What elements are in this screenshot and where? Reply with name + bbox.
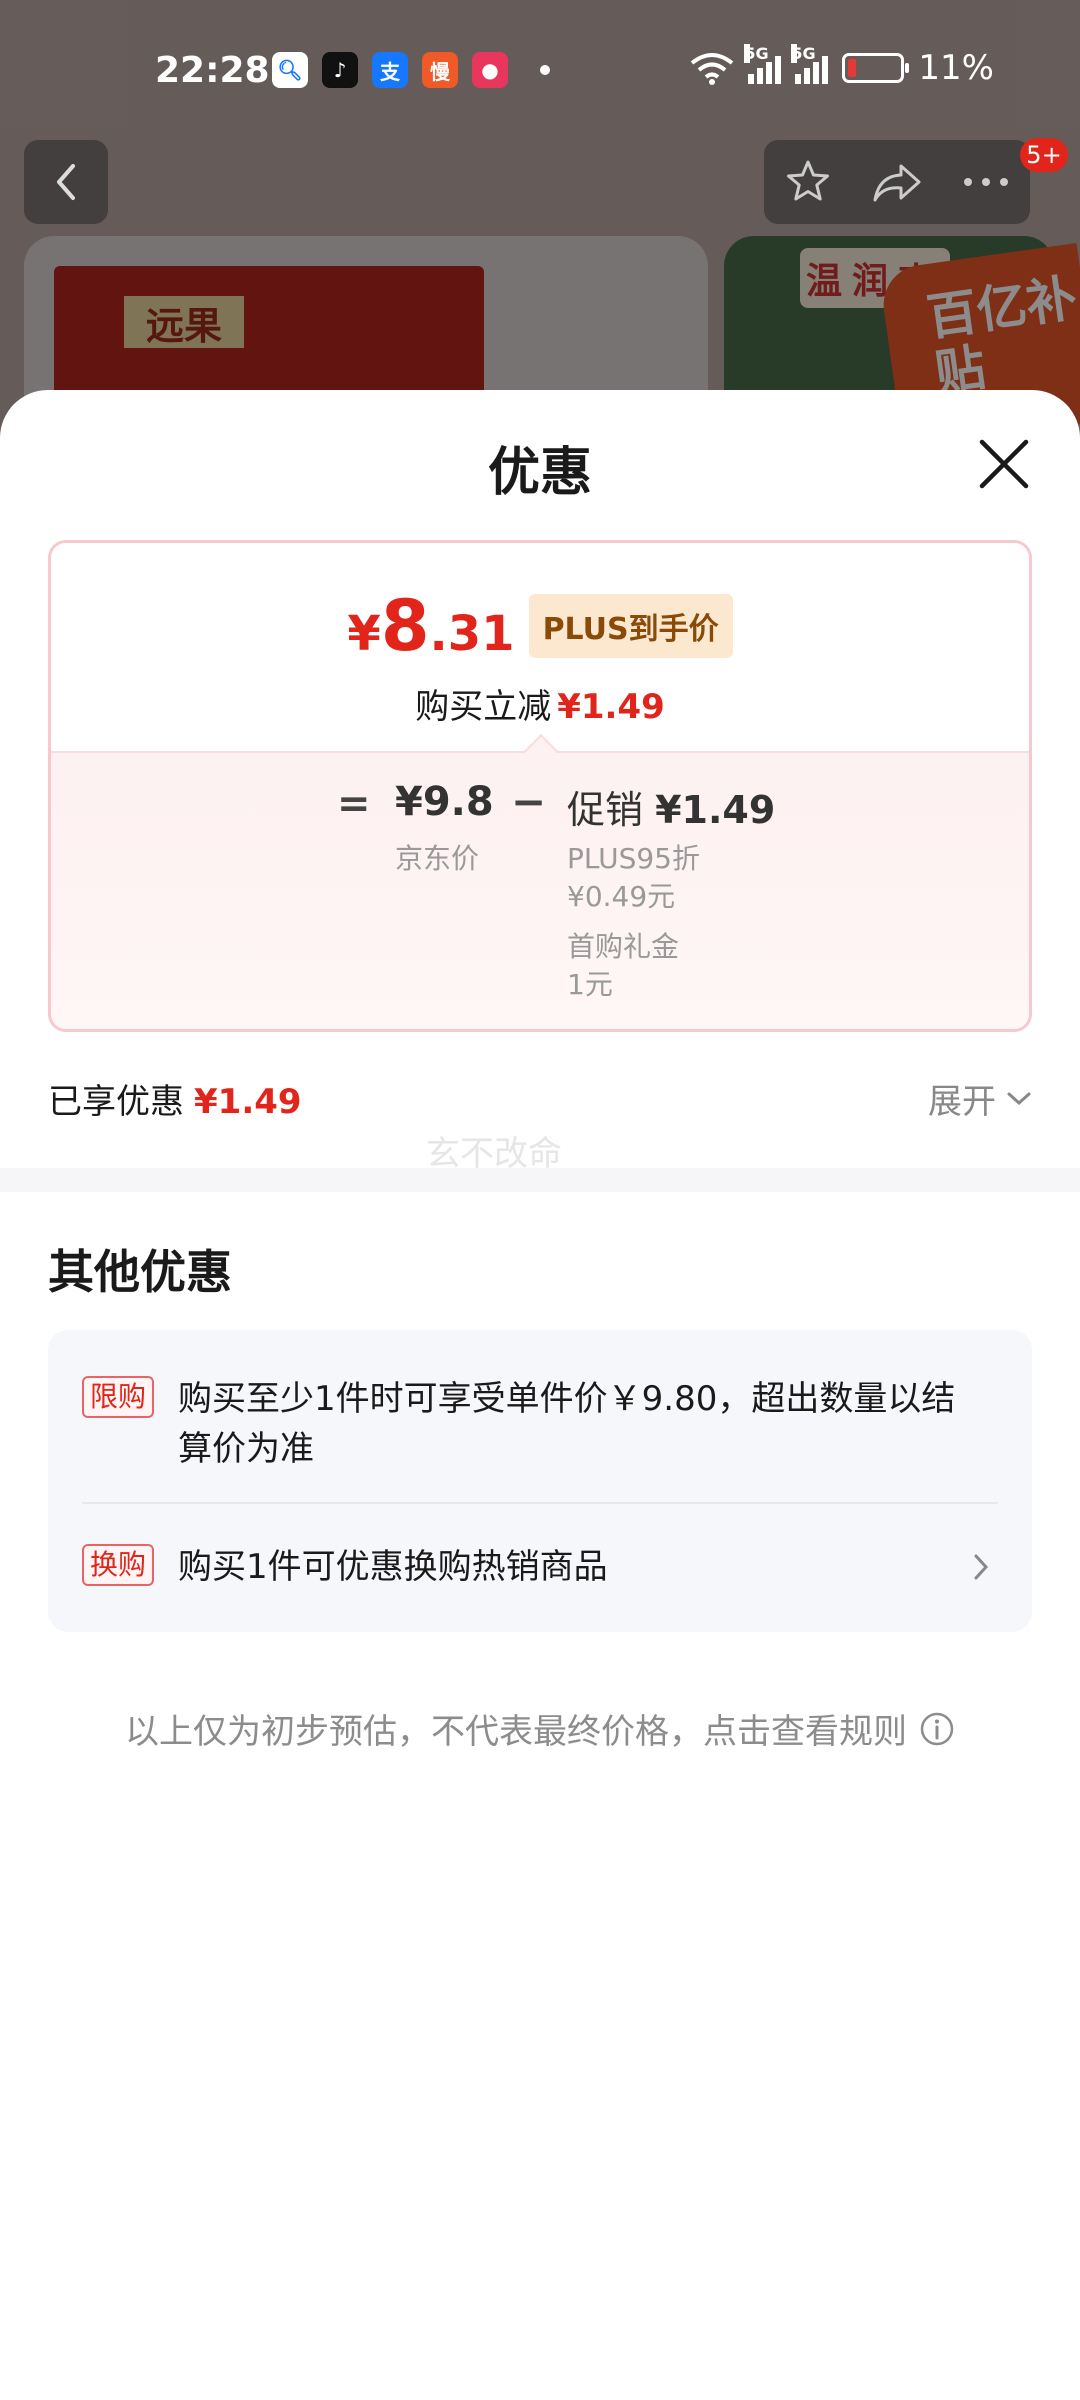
wifi-icon: [691, 53, 734, 85]
alipay-app-icon: 支: [372, 52, 408, 88]
jd-price-label: 京东价: [395, 842, 480, 875]
message-badge: 5+: [1020, 138, 1068, 172]
chevron-down-icon: [1007, 1092, 1031, 1105]
more-notifications-dot: [540, 65, 550, 75]
battery-percent: 11%: [918, 48, 994, 88]
limit-tag: 限购: [82, 1376, 155, 1418]
system-indicators: 5G 5G 11%: [690, 44, 994, 88]
signal-icon: 5G: [744, 44, 782, 84]
chevron-left-icon: [57, 164, 75, 200]
battery-icon: [842, 53, 910, 83]
minus-sign: −: [511, 777, 547, 826]
signal-icon-2: 5G: [791, 44, 829, 84]
top-action-bar: [764, 140, 1030, 224]
man-app-icon: 慢: [422, 52, 458, 88]
price-disclaimer[interactable]: 以上仅为初步预估，不代表最终价格，点击查看规则: [0, 1704, 1080, 1753]
chevron-right-icon: [974, 1554, 989, 1580]
tiktok-app-icon: ♪: [322, 52, 358, 88]
discount-sheet: 优惠 ¥ 8 .31 PLUS到手价 购买立减¥1.49 = ¥9.8 京东价: [0, 390, 1080, 2400]
final-price: ¥ 8 .31: [347, 585, 515, 667]
promo-detail: 首购礼金: [567, 930, 680, 963]
exchange-tag: 换购: [82, 1544, 155, 1586]
instant-discount: 购买立减 ¥1.49: [415, 687, 665, 727]
other-offers-title: 其他优惠: [48, 1245, 232, 1299]
close-icon[interactable]: [976, 436, 1032, 492]
search-app-icon: 🔍︎: [272, 52, 308, 88]
section-divider: [0, 1168, 1080, 1192]
promo-detail: PLUS95折: [567, 842, 700, 875]
more-icon[interactable]: [962, 176, 1010, 188]
promo-summary: 促销 ¥1.49: [567, 788, 776, 832]
other-offers-card: 限购 购买至少1件时可享受单件价￥9.80，超出数量以结算价为准 换购 购买1件…: [48, 1330, 1032, 1632]
star-icon[interactable]: [784, 158, 832, 206]
enjoyed-discount: 已享优惠 ¥1.49: [48, 1082, 302, 1122]
info-icon: [920, 1712, 954, 1745]
sheet-title: 优惠: [487, 443, 592, 503]
limit-text: 购买至少1件时可享受单件价￥9.80，超出数量以结算价为准: [178, 1379, 956, 1469]
disclaimer-text: 以上仅为初步预估，不代表最终价格，点击查看规则: [125, 1712, 907, 1752]
equals-sign: =: [337, 781, 371, 827]
promo-detail: ¥0.49元: [567, 880, 676, 913]
notification-icons: 🔍︎ ♪ 支 慢 ●: [272, 52, 550, 88]
shopping-app-icon: ●: [472, 52, 508, 88]
back-button[interactable]: [24, 140, 108, 224]
status-time: 22:28: [155, 50, 270, 91]
promo-detail: 1元: [567, 968, 613, 1001]
expand-label: 展开: [928, 1082, 996, 1122]
jd-price: ¥9.8: [395, 779, 494, 825]
exchange-offer-row[interactable]: 换购 购买1件可优惠换购热销商品: [82, 1542, 998, 1602]
row-divider: [82, 1502, 998, 1504]
status-bar: 22:28 🔍︎ ♪ 支 慢 ● 5G 5G 11%: [0, 0, 1080, 140]
final-price-section: ¥ 8 .31 PLUS到手价 购买立减 ¥1.49: [51, 543, 1029, 751]
calculation-section: = ¥9.8 京东价 − 促销 ¥1.49 PLUS95折 ¥0.49元 首购礼…: [51, 751, 1029, 1029]
expand-button[interactable]: 展开: [928, 1074, 1032, 1123]
plus-price-tag: PLUS到手价: [528, 594, 733, 658]
share-icon[interactable]: [871, 160, 923, 204]
exchange-text: 购买1件可优惠换购热销商品: [178, 1547, 608, 1587]
price-breakdown-card: ¥ 8 .31 PLUS到手价 购买立减 ¥1.49 = ¥9.8 京东价 − 促…: [48, 540, 1032, 1032]
